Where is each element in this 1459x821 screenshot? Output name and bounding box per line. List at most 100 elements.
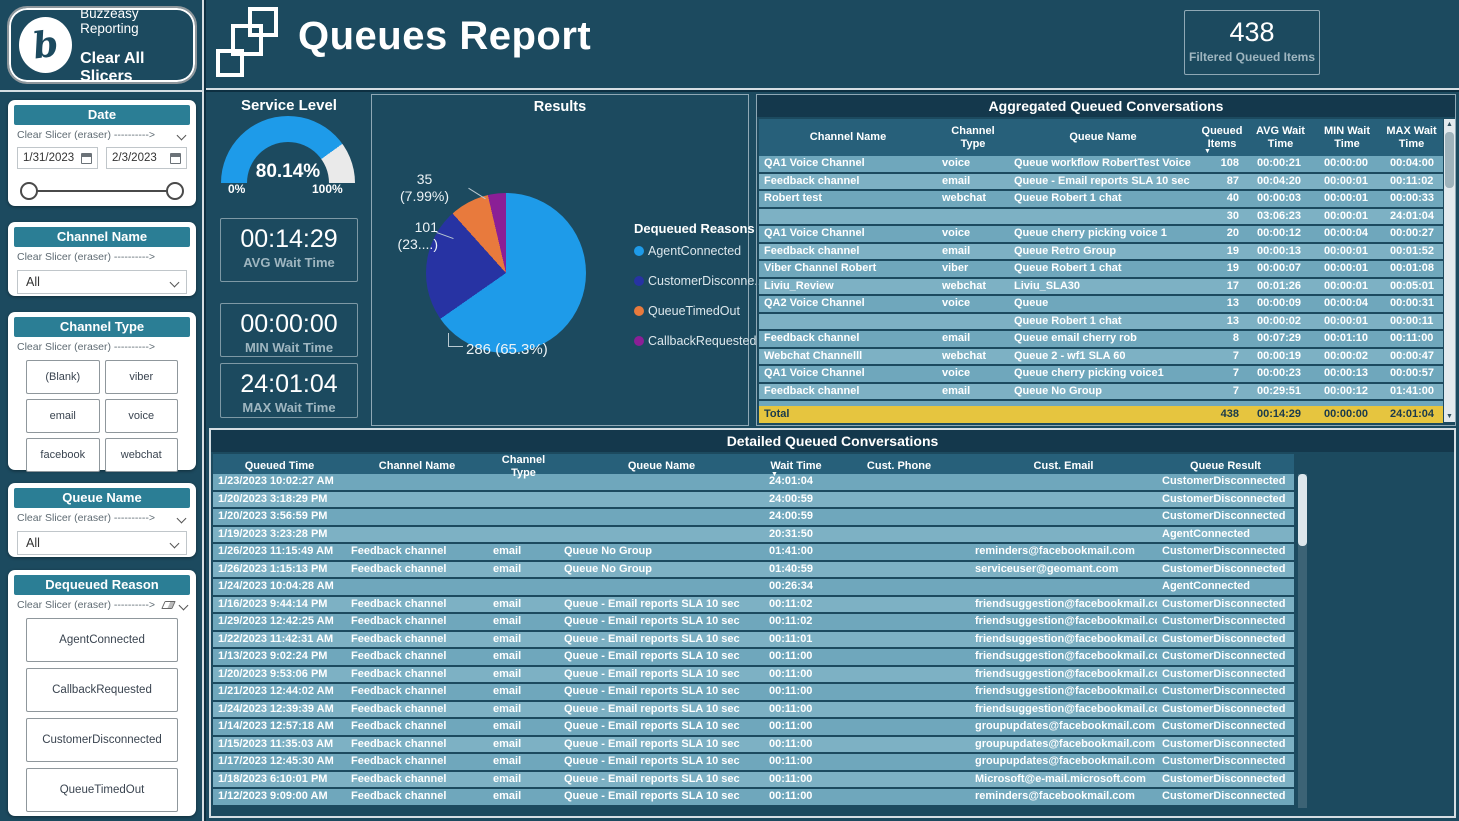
table-row[interactable]: QA1 Voice ChannelvoiceQueue workflow Rob… [759,156,1443,174]
channel-type-option[interactable]: viber [105,360,179,394]
table-cell [828,737,970,755]
clear-all-slicers-button[interactable]: b Buzzeasy Reporting Clear All Slicers [7,6,197,84]
legend-item[interactable]: CallbackRequested [634,334,765,348]
dequeued-reasons-pie[interactable] [426,193,586,353]
date-range-slider[interactable] [22,180,182,202]
dequeued-reason-option[interactable]: AgentConnected [26,618,178,662]
eraser-icon[interactable] [161,601,176,609]
table-row[interactable]: 1/26/2023 1:15:13 PMFeedback channelemai… [213,562,1294,580]
table-cell: Viber Channel Robert [759,261,937,279]
queue-name-dropdown[interactable]: All [17,531,187,555]
slider-handle-end[interactable] [166,182,184,200]
column-header[interactable]: Channel Name [346,454,488,479]
table-row[interactable]: 1/18/2023 6:10:01 PMFeedback channelemai… [213,772,1294,790]
table-cell: 1/13/2023 9:02:24 PM [213,649,346,667]
channel-type-option[interactable]: facebook [26,438,100,472]
table-row[interactable]: QA1 Voice ChannelvoiceQueue cherry picki… [759,366,1443,384]
table-row[interactable]: Feedback channelemailQueue Retro Group19… [759,244,1443,262]
scroll-up-icon[interactable]: ▲ [1444,119,1455,130]
table-row[interactable]: 1/20/2023 3:18:29 PM24:00:59CustomerDisc… [213,492,1294,510]
column-header[interactable]: Queued Items▼ [1197,119,1247,156]
table-row[interactable]: 1/13/2023 9:02:24 PMFeedback channelemai… [213,649,1294,667]
table-cell: 00:00:23 [1247,366,1314,384]
channel-name-dropdown[interactable]: All [17,270,187,294]
table-row[interactable]: QA2 Voice ChannelvoiceQueue1300:00:0900:… [759,296,1443,314]
table-row[interactable]: 1/19/2023 3:23:28 PM20:31:50AgentConnect… [213,527,1294,545]
table-row[interactable]: 1/26/2023 11:15:49 AMFeedback channelema… [213,544,1294,562]
clear-queue-name-link[interactable]: Clear Slicer (eraser) ----------> [17,512,155,524]
table-row[interactable]: 1/12/2023 9:09:00 AMFeedback channelemai… [213,789,1294,807]
table-row[interactable]: 1/24/2023 10:04:28 AM00:26:34AgentConnec… [213,579,1294,597]
column-header[interactable]: Channel Type [937,119,1009,156]
column-header[interactable]: MIN Wait Time [1314,119,1380,156]
table-row[interactable]: Webchat ChannelllwebchatQueue 2 - wf1 SL… [759,349,1443,367]
column-header[interactable]: Cust. Email [970,454,1157,479]
column-header[interactable]: Queue Result [1157,454,1294,479]
legend-item[interactable]: QueueTimedOut [634,304,765,318]
date-start-input[interactable]: 1/31/2023 [17,147,98,169]
column-header[interactable]: Queue Name [1009,119,1197,156]
table-row[interactable]: 1/24/2023 12:39:39 AMFeedback channelema… [213,702,1294,720]
column-header[interactable]: Queue Name [559,454,764,479]
legend-item[interactable]: AgentConnected [634,244,765,258]
table-cell: 1/17/2023 12:45:30 AM [213,754,346,772]
table-row[interactable]: 1/22/2023 11:42:31 AMFeedback channelema… [213,632,1294,650]
table-row[interactable]: 1/14/2023 12:57:18 AMFeedback channelema… [213,719,1294,737]
table-row[interactable]: Feedback channelemailQueue - Email repor… [759,174,1443,192]
dequeued-reason-option[interactable]: CallbackRequested [26,668,178,712]
scrollbar-thumb[interactable] [1445,132,1454,188]
dequeued-reason-option[interactable]: CustomerDisconnected [26,718,178,762]
clear-all-slicers-label: Clear All Slicers [80,50,195,86]
table-row[interactable]: Robert testwebchatQueue Robert 1 chat400… [759,191,1443,209]
column-header[interactable]: Channel Type [488,454,559,479]
channel-type-option[interactable]: voice [105,399,179,433]
table-row[interactable]: 1/21/2023 12:44:02 AMFeedback channelema… [213,684,1294,702]
channel-type-option[interactable]: (Blank) [26,360,100,394]
scroll-down-icon[interactable]: ▼ [1444,411,1455,422]
clear-date-slicer-link[interactable]: Clear Slicer (eraser) ----------> [17,129,155,141]
column-header[interactable]: Channel Name [759,119,937,156]
calendar-icon[interactable] [81,153,92,164]
column-header[interactable]: Cust. Phone [828,454,970,479]
table-row[interactable]: Feedback channelemailQueue email cherry … [759,331,1443,349]
chevron-down-icon[interactable] [177,130,187,140]
chevron-down-icon[interactable] [177,513,187,523]
table-cell: Feedback channel [346,754,488,772]
sort-desc-icon: ▼ [1204,148,1211,156]
table-row[interactable]: Liviu_ReviewwebchatLiviu_SLA301700:01:26… [759,279,1443,297]
legend-item[interactable]: CustomerDisconne... [634,274,765,288]
table-row[interactable]: 1/16/2023 9:44:14 PMFeedback channelemai… [213,597,1294,615]
table-row[interactable]: QA1 Voice ChannelvoiceQueue cherry picki… [759,226,1443,244]
channel-type-option[interactable]: email [26,399,100,433]
clear-dequeued-reason-link[interactable]: Clear Slicer (eraser) ----------> [17,599,155,611]
detailed-scrollbar[interactable] [1298,474,1307,808]
clear-channel-name-link[interactable]: Clear Slicer (eraser) ----------> [17,251,155,263]
column-header[interactable]: Queued Time [213,454,346,479]
table-row[interactable]: 1/20/2023 3:56:59 PM24:00:59CustomerDisc… [213,509,1294,527]
table-cell: 1/14/2023 12:57:18 AM [213,719,346,737]
table-cell: 00:29:51 [1247,384,1314,402]
column-header[interactable]: AVG Wait Time [1247,119,1314,156]
dequeued-reason-option[interactable]: QueueTimedOut [26,768,178,812]
calendar-icon[interactable] [170,153,181,164]
date-end-input[interactable]: 2/3/2023 [106,147,187,169]
scrollbar-thumb[interactable] [1298,474,1307,546]
column-header[interactable]: Wait Time▼ [764,454,828,479]
table-row[interactable]: 1/17/2023 12:45:30 AMFeedback channelema… [213,754,1294,772]
aggregated-scrollbar[interactable]: ▲ ▼ [1444,119,1455,422]
table-cell: 00:04:20 [1247,174,1314,192]
table-row[interactable]: 3003:06:2300:00:0124:01:04 [759,209,1443,227]
table-row[interactable]: 1/20/2023 9:53:06 PMFeedback channelemai… [213,667,1294,685]
table-cell: Queue Robert 1 chat [1009,261,1197,279]
table-row[interactable]: Queue Robert 1 chat1300:00:0200:00:0100:… [759,314,1443,332]
table-row[interactable]: Viber Channel RobertviberQueue Robert 1 … [759,261,1443,279]
table-cell: Webchat Channelll [759,349,937,367]
table-row[interactable]: 1/29/2023 12:42:25 AMFeedback channelema… [213,614,1294,632]
clear-channel-type-link[interactable]: Clear Slicer (eraser) ----------> [17,341,155,353]
table-row[interactable]: 1/15/2023 11:35:03 AMFeedback channelema… [213,737,1294,755]
table-row[interactable]: Feedback channelemailQueue No Group700:2… [759,384,1443,402]
column-header[interactable]: MAX Wait Time [1380,119,1443,156]
channel-type-option[interactable]: webchat [105,438,179,472]
slider-handle-start[interactable] [20,182,38,200]
chevron-down-icon[interactable] [179,600,189,610]
